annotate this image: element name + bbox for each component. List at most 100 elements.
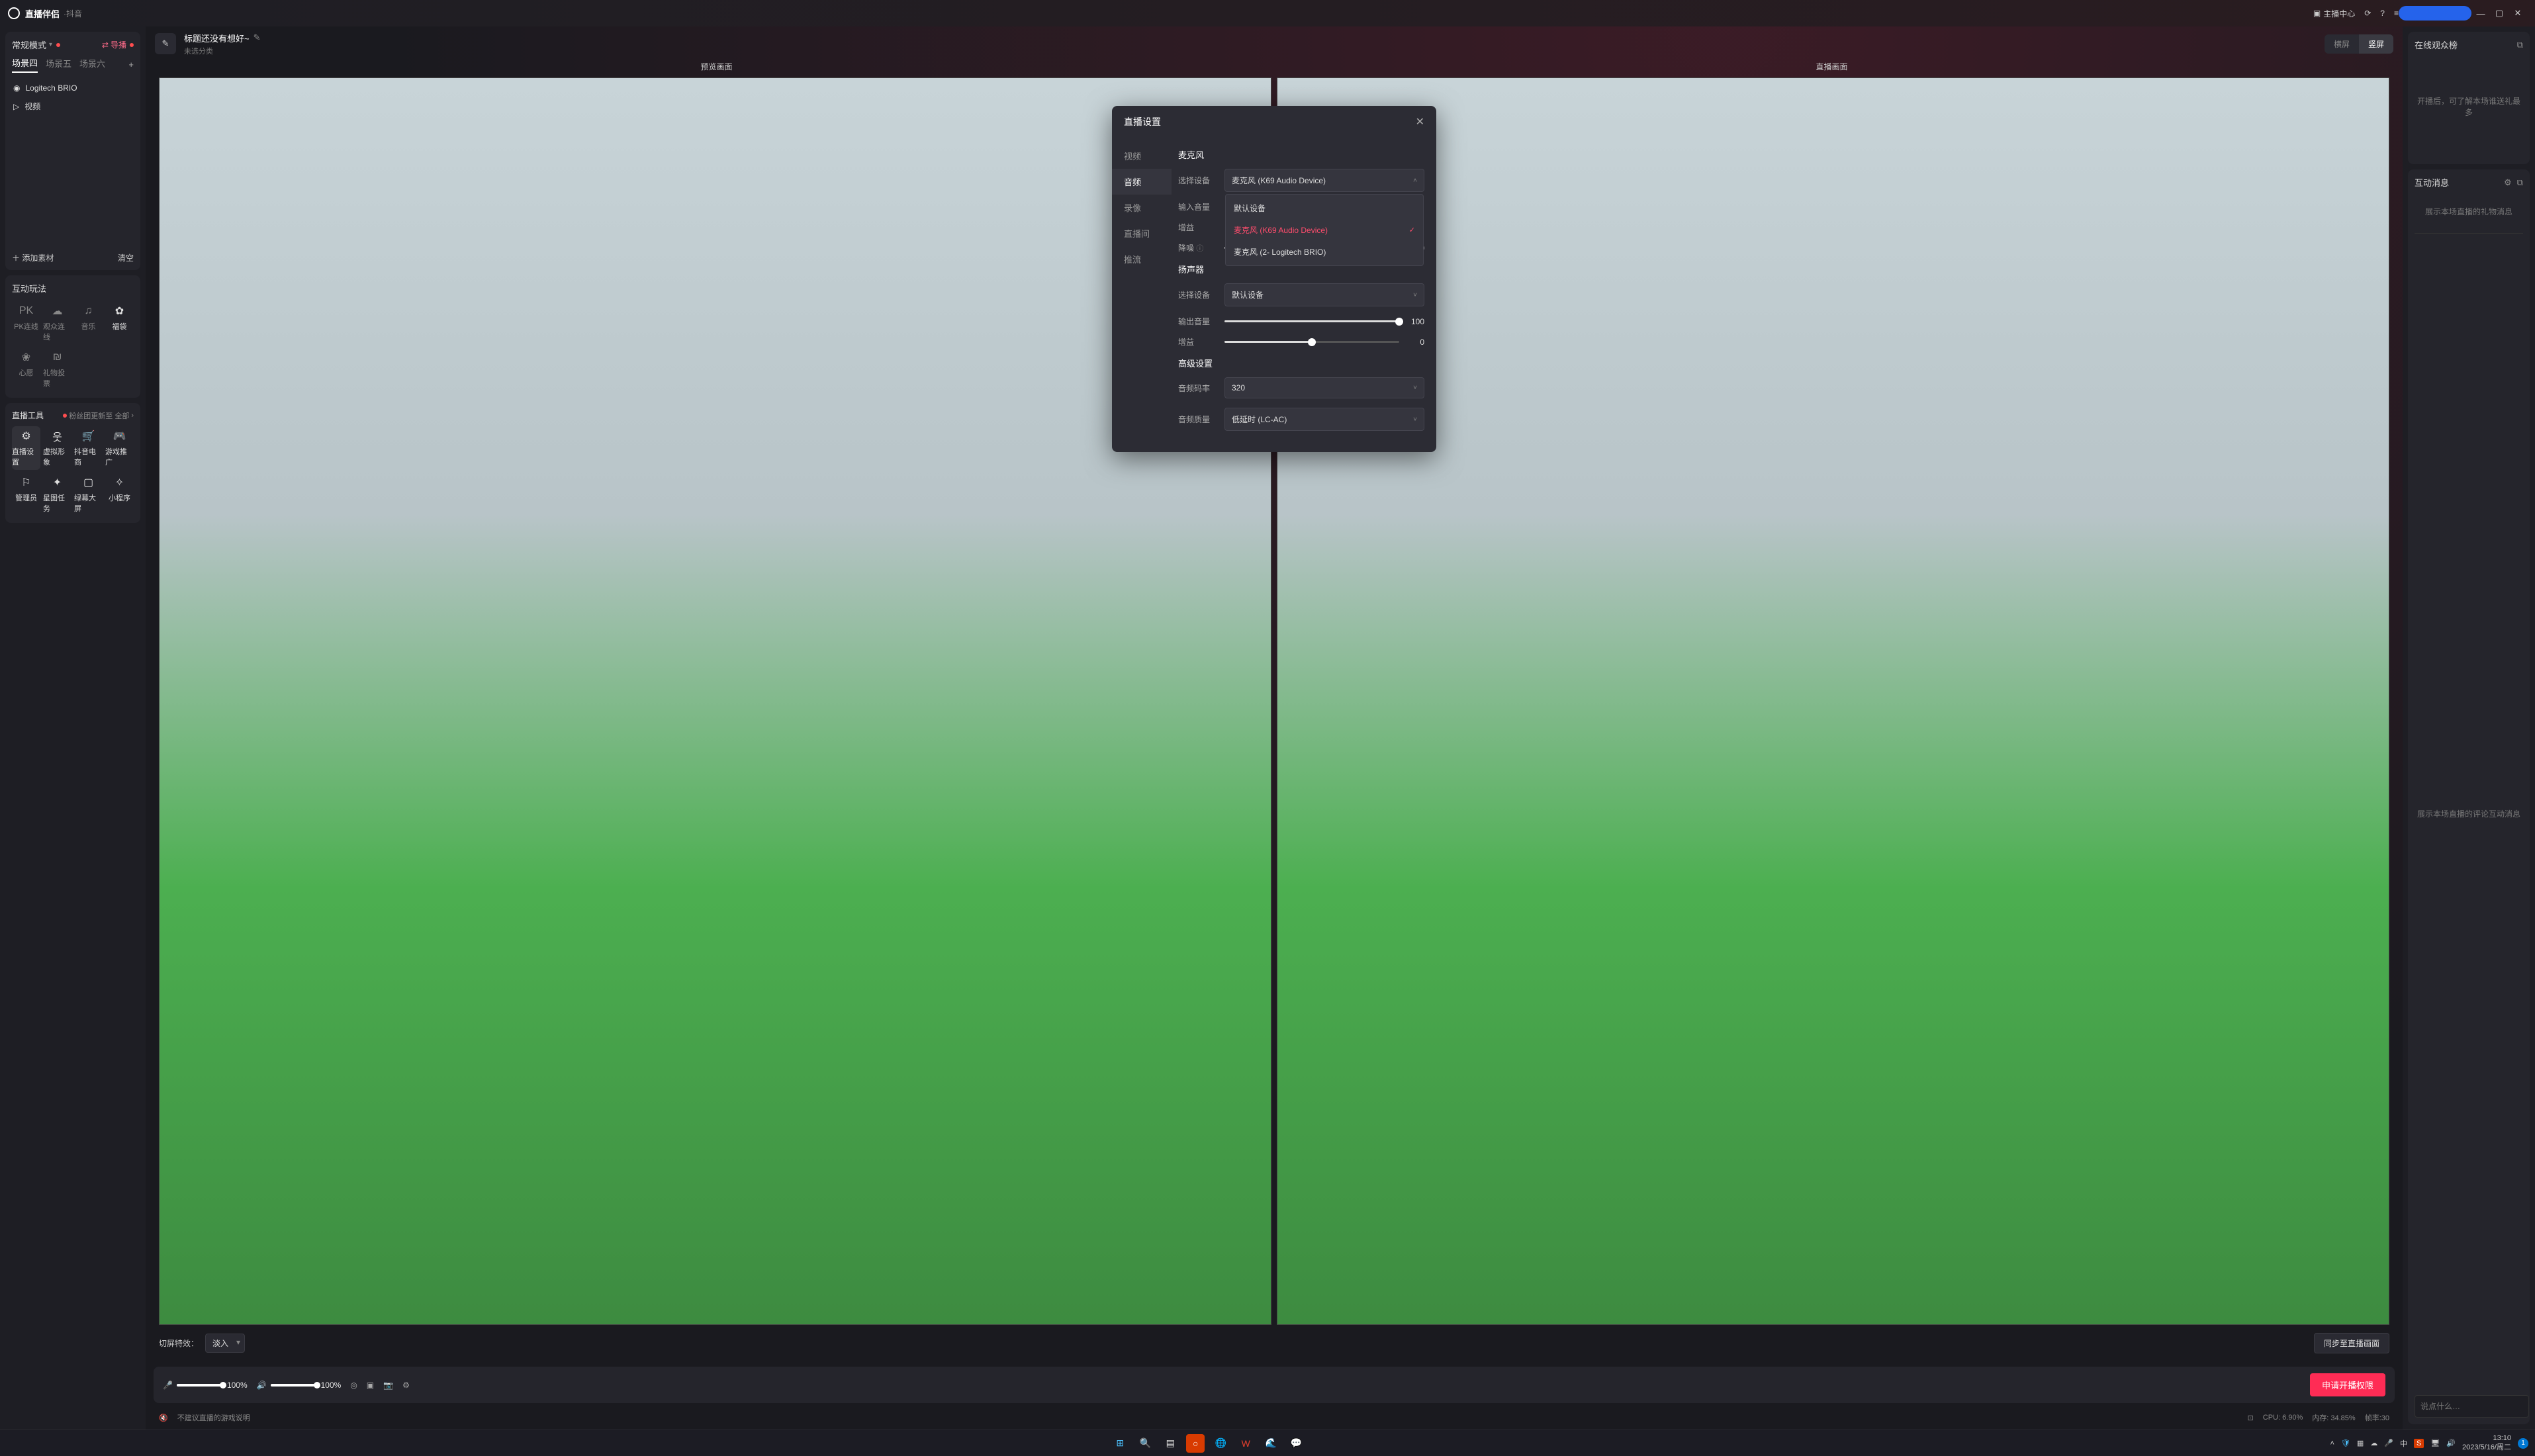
modal-nav-audio[interactable]: 音频: [1112, 169, 1172, 195]
bitrate-select[interactable]: 320 ˅: [1224, 377, 1424, 398]
portrait-mode-button[interactable]: 竖屏: [2359, 34, 2393, 54]
landscape-mode-button[interactable]: 横屏: [2325, 34, 2359, 54]
mic-icon[interactable]: 🎤: [163, 1381, 173, 1390]
taskbar-edge[interactable]: 🌊: [1262, 1434, 1280, 1453]
scene-tab[interactable]: 场景四: [12, 56, 38, 73]
wish-button[interactable]: ❀心愿: [12, 347, 40, 391]
tray-volume-icon[interactable]: 🔊: [2446, 1439, 2456, 1447]
modal-nav-room[interactable]: 直播间: [1112, 220, 1172, 246]
live-settings-button[interactable]: ⚙直播设置: [12, 426, 40, 470]
popout-icon[interactable]: ⧉: [2517, 177, 2523, 188]
game-promo-button[interactable]: 🎮游戏推广: [105, 426, 134, 470]
sync-to-live-button[interactable]: 同步至直播画面: [2314, 1333, 2389, 1353]
source-item[interactable]: ▷ 视频: [12, 97, 134, 116]
status-note[interactable]: 不建议直播的游戏说明: [177, 1412, 250, 1423]
transition-select[interactable]: 淡入: [205, 1334, 245, 1353]
mic-volume-slider[interactable]: [177, 1384, 223, 1387]
play-icon: ▷: [13, 102, 19, 111]
modal-nav-stream[interactable]: 推流: [1112, 246, 1172, 272]
source-item[interactable]: ◉ Logitech BRIO: [12, 79, 134, 97]
mode-selector[interactable]: 常规模式 ▾: [12, 38, 60, 51]
tray-ime[interactable]: 中: [2400, 1438, 2407, 1449]
search-button[interactable]: 🔍: [1136, 1434, 1154, 1453]
music-button[interactable]: ♫音乐: [74, 301, 103, 345]
tray-network-icon[interactable]: 🖥: [2430, 1439, 2440, 1447]
taskbar-clock[interactable]: 13:10 2023/5/16/周二: [2462, 1434, 2511, 1451]
modal-close-button[interactable]: ✕: [1416, 115, 1424, 128]
help-icon[interactable]: ?: [2380, 9, 2385, 18]
taskbar-app[interactable]: W: [1236, 1434, 1255, 1453]
avatar-button[interactable]: 웃虚拟形象: [43, 426, 71, 470]
mic-option[interactable]: 默认设备: [1226, 197, 1423, 219]
tray-shield-icon[interactable]: 🛡: [2341, 1439, 2350, 1447]
webcam-icon[interactable]: ▣: [367, 1381, 374, 1390]
close-button[interactable]: ✕: [2509, 8, 2527, 19]
gift-vote-button[interactable]: ₪礼物投票: [43, 347, 71, 391]
add-source-button[interactable]: ＋ 添加素材: [12, 252, 54, 263]
ecommerce-button[interactable]: 🛒抖音电商: [74, 426, 103, 470]
notification-dot-icon: [130, 43, 134, 47]
stream-category[interactable]: 未选分类: [184, 46, 261, 56]
add-source-label: 添加素材: [22, 253, 54, 263]
mic-device-select[interactable]: 麦克风 (K69 Audio Device) ˄ 默认设备 麦克风 (K69 A…: [1224, 169, 1424, 192]
settings-icon[interactable]: ⚙: [402, 1381, 410, 1390]
add-scene-button[interactable]: +: [128, 60, 134, 69]
tray-mic-icon[interactable]: 🎤: [2384, 1439, 2393, 1447]
mic-option[interactable]: 麦克风 (2- Logitech BRIO): [1226, 241, 1423, 263]
maximize-button[interactable]: ▢: [2490, 8, 2509, 19]
taskbar-chrome[interactable]: 🌐: [1211, 1434, 1230, 1453]
live-canvas[interactable]: [1277, 77, 2389, 1325]
lucky-bag-button[interactable]: ✿福袋: [105, 301, 134, 345]
taskbar-app[interactable]: ○: [1186, 1434, 1205, 1453]
mic-option-label: 默认设备: [1234, 203, 1266, 214]
audience-connect-button[interactable]: ☁观众连线: [43, 301, 71, 345]
menu-icon[interactable]: ≡: [2394, 9, 2399, 18]
settings-icon[interactable]: ⚙: [2504, 177, 2512, 188]
pk-connect-button[interactable]: PKPK连线: [12, 301, 40, 345]
user-avatar[interactable]: [2399, 6, 2471, 21]
quality-select[interactable]: 低延时 (LC-AC) ˅: [1224, 408, 1424, 431]
speaker-icon[interactable]: 🔊: [257, 1381, 267, 1390]
modal-nav-record[interactable]: 录像: [1112, 195, 1172, 220]
miniapp-button[interactable]: ✧小程序: [105, 473, 134, 516]
audience-hint: 开播后，可了解本场谁送礼最多: [2415, 55, 2523, 158]
edit-scene-button[interactable]: ✎: [155, 33, 176, 54]
scene-tab[interactable]: 场景六: [79, 57, 105, 72]
refresh-icon[interactable]: ⟳: [2364, 9, 2371, 18]
tray-ime-icon[interactable]: S: [2414, 1439, 2424, 1448]
start-button[interactable]: ⊞: [1111, 1434, 1129, 1453]
tool-label: 观众连线: [43, 321, 71, 342]
popout-icon[interactable]: ⧉: [2517, 40, 2523, 50]
camera-icon[interactable]: 📷: [383, 1381, 393, 1390]
greenscreen-button[interactable]: ▢绿幕大屏: [74, 473, 103, 516]
music-icon: ♫: [81, 304, 96, 318]
notification-icon[interactable]: 1: [2518, 1438, 2528, 1449]
speaker-device-select[interactable]: 默认设备 ˅: [1224, 283, 1424, 306]
star-task-button[interactable]: ✦星图任务: [43, 473, 71, 516]
mic-option[interactable]: 麦克风 (K69 Audio Device)✓: [1226, 219, 1423, 241]
taskbar-wechat[interactable]: 💬: [1287, 1434, 1305, 1453]
speaker-gain-slider[interactable]: [1224, 341, 1399, 343]
chat-input[interactable]: [2415, 1395, 2529, 1418]
output-volume-slider[interactable]: [1224, 320, 1399, 322]
scene-tab[interactable]: 场景五: [46, 57, 71, 72]
speaker-device-label: 选择设备: [1178, 289, 1215, 300]
clock-date: 2023/5/16/周二: [2462, 1443, 2511, 1452]
minimize-button[interactable]: —: [2471, 9, 2490, 19]
admin-button[interactable]: ⚐管理员: [12, 473, 40, 516]
preview-canvas[interactable]: [159, 77, 1271, 1325]
record-icon[interactable]: ◎: [350, 1381, 357, 1390]
broadcaster-center-link[interactable]: ▣ 主播中心: [2313, 8, 2355, 19]
clear-sources-button[interactable]: 清空: [118, 252, 134, 263]
info-icon[interactable]: ⓘ: [1196, 245, 1203, 253]
tray-chevron-icon[interactable]: ˄: [2330, 1439, 2334, 1447]
taskview-button[interactable]: ▤: [1161, 1434, 1179, 1453]
edit-title-icon[interactable]: ✎: [254, 32, 261, 43]
tray-onedrive-icon[interactable]: ☁: [2370, 1439, 2377, 1447]
go-live-button[interactable]: 申请开播权限: [2310, 1373, 2385, 1396]
tools-update-link[interactable]: 粉丝团更新至 全部 ›: [62, 410, 134, 421]
tray-app-icon[interactable]: ▦: [2357, 1439, 2364, 1447]
guide-button[interactable]: ⇄ 导播: [102, 39, 134, 50]
speaker-volume-slider[interactable]: [271, 1384, 317, 1387]
modal-nav-video[interactable]: 视频: [1112, 143, 1172, 169]
